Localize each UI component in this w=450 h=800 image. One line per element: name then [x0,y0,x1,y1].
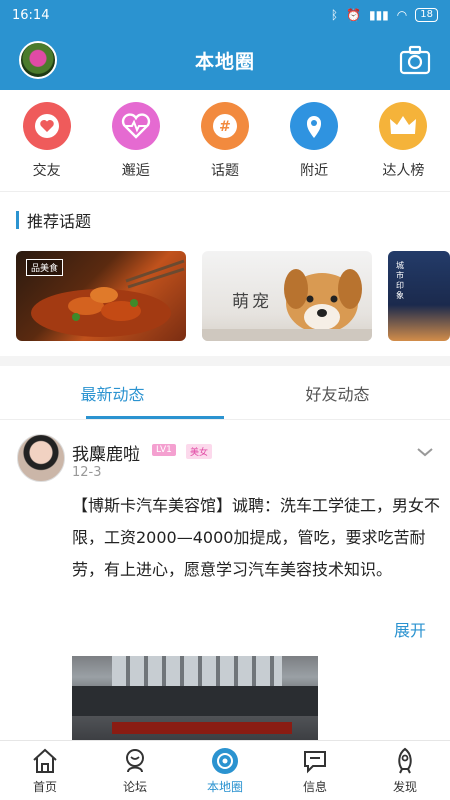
nav-local-circle[interactable]: 本地圈 [180,741,270,800]
puppy-image [202,269,372,341]
camera-icon[interactable] [398,43,432,77]
section-accent-bar [16,211,19,229]
battery-indicator: 18 [415,8,438,22]
forum-icon [126,749,144,773]
user-avatar[interactable] [19,41,57,79]
quick-item-leaderboard[interactable]: 达人榜 [363,90,443,191]
message-icon [304,751,326,774]
status-bar: 16:14 ᛒ ⏰ ▮▮▮ ◠ 18 [0,0,450,30]
chevron-down-icon[interactable] [416,446,434,458]
hashtag-icon: # [200,102,249,150]
post-username[interactable]: 我麋鹿啦 [72,440,140,465]
quick-label: 达人榜 [382,163,425,179]
feed-post: 我麋鹿啦 LV1 美女 12-3 【博斯卡汽车美容馆】诚聘：洗车工学徒工，男女不… [0,420,450,740]
nav-label: 首页 [32,780,57,794]
food-image [31,259,185,337]
topic-card-city[interactable]: 城市印象 [388,251,450,341]
topic-card-pets[interactable]: 萌宠 [202,251,372,341]
quick-label: 邂逅 [121,163,150,179]
app-header: 本地圈 [0,30,450,90]
nav-label: 本地圈 [206,780,243,794]
recommend-topics-carousel[interactable]: 品美食 萌宠 城市印象 [16,251,450,341]
status-time: 16:14 [12,7,50,23]
shop-sign [72,686,318,716]
led-banner [112,722,292,734]
heartbeat-icon [111,102,160,150]
page-title: 本地圈 [194,50,255,73]
post-date: 12-3 [72,465,102,480]
rocket-icon [398,747,412,774]
quick-actions: 交友 邂逅 # 话题 附近 达人榜 [0,90,450,192]
quick-item-nearby[interactable]: 附近 [274,90,354,191]
nav-forum[interactable]: 论坛 [90,741,180,800]
topic-card-food[interactable]: 品美食 [16,251,186,341]
location-icon [290,102,339,150]
nav-home[interactable]: 首页 [0,741,90,800]
home-icon [33,748,57,773]
bluetooth-icon: ᛒ [330,8,339,22]
nav-label: 发现 [392,780,417,794]
status-icons: ᛒ ⏰ ▮▮▮ ◠ 18 [331,8,438,22]
expand-link[interactable]: 展开 [394,617,426,641]
svg-text:#: # [219,119,231,135]
tab-friends[interactable]: 好友动态 [225,366,450,419]
level-badge: LV1 [152,444,176,456]
wifi-icon: ◠ [396,8,408,22]
nav-discover[interactable]: 发现 [360,741,450,800]
nav-label: 信息 [302,780,327,794]
quick-label: 附近 [300,163,329,179]
topic-label: 萌宠 [232,292,272,312]
crown-icon [379,102,428,150]
heart-icon [22,102,71,150]
post-author-avatar[interactable] [17,434,65,482]
bottom-navigation: 首页 论坛 本地圈 信息 发现 [0,740,450,800]
quick-label: 话题 [210,163,239,179]
signal-icon: ▮▮▮ [368,8,389,22]
quick-label: 交友 [32,163,61,179]
nav-label: 论坛 [122,780,147,794]
topic-label: 城市印象 [396,261,404,300]
gender-badge: 美女 [186,444,213,459]
quick-item-make-friends[interactable]: 交友 [7,90,87,191]
recommend-title: 推荐话题 [27,212,92,231]
building-windows [112,656,282,686]
post-image[interactable] [72,656,318,740]
feed-tabs: 最新动态 好友动态 [0,366,450,420]
nav-messages[interactable]: 信息 [270,741,360,800]
quick-item-topics[interactable]: # 话题 [185,90,265,191]
recommend-section-header: 推荐话题 [16,206,91,234]
local-circle-icon [212,748,238,774]
alarm-icon: ⏰ [346,8,361,22]
tab-latest[interactable]: 最新动态 [0,366,225,419]
quick-item-encounter[interactable]: 邂逅 [96,90,176,191]
post-content: 【博斯卡汽车美容馆】诚聘：洗车工学徒工，男女不限，工资2000—4000加提成，… [72,496,441,579]
section-divider [0,356,450,366]
